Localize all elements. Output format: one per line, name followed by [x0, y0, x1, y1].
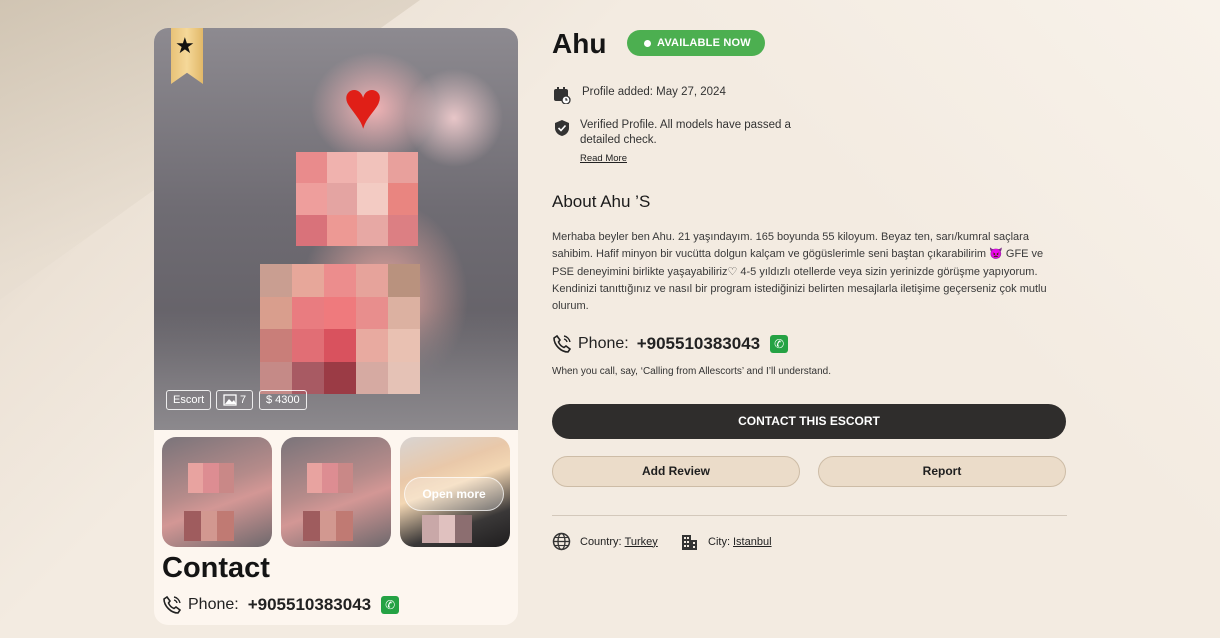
thumbnail-strip: Open more [162, 437, 518, 547]
profile-gallery-card: ♥ ★ Escort 7 $ 4300 Open more Contact Ph… [154, 28, 518, 625]
phone-number[interactable]: +905510383043 [248, 595, 371, 615]
read-more-link[interactable]: Read More [580, 153, 627, 164]
censor-pixelation-top [296, 152, 418, 246]
thumb-censor [188, 463, 234, 493]
about-title: About Ahu ’S [552, 192, 651, 211]
photo-count: 7 [240, 394, 247, 406]
city-label: City: [708, 535, 730, 548]
phone-number[interactable]: +905510383043 [637, 334, 760, 354]
calendar-icon [554, 87, 571, 104]
phone-icon [553, 334, 572, 353]
open-more-button[interactable]: Open more [404, 477, 504, 511]
profile-name: Ahu [552, 28, 607, 59]
report-button[interactable]: Report [818, 456, 1066, 487]
profile-added: Profile added: May 27, 2024 [582, 86, 726, 98]
add-review-button[interactable]: Add Review [552, 456, 800, 487]
whatsapp-icon[interactable]: ✆ [770, 335, 789, 353]
phone-label: Phone: [188, 596, 239, 613]
thumb-censor [422, 515, 472, 543]
globe-icon [552, 532, 571, 551]
photo-count-tag: 7 [216, 390, 254, 410]
star-icon: ★ [175, 33, 195, 58]
price-tag: $ 4300 [259, 390, 307, 410]
building-icon [682, 535, 697, 550]
verified-text: Verified Profile. All models have passed… [580, 119, 791, 146]
thumbnail-2[interactable] [281, 437, 391, 547]
main-photo[interactable]: ♥ ★ Escort 7 $ 4300 [154, 28, 518, 430]
city-info: City: Istanbul [680, 532, 772, 551]
thumb-censor [307, 463, 353, 493]
thumb-censor [303, 511, 353, 541]
category-tag: Escort [166, 390, 212, 410]
phone-icon [163, 595, 182, 614]
phone-label: Phone: [578, 335, 629, 352]
featured-ribbon: ★ [171, 28, 203, 84]
availability-badge: AVAILABLE NOW [627, 30, 765, 56]
profile-phone-row: Phone: +905510383043 ✆ [552, 334, 789, 354]
heart-icon: ♥ [342, 67, 384, 143]
about-text: Merhaba beyler ben Ahu. 21 yaşındayım. 1… [552, 231, 1047, 313]
gallery-icon [223, 394, 237, 406]
shield-check-icon [555, 120, 569, 136]
call-note: When you call, say, ‘Calling from Allesc… [552, 366, 832, 377]
thumbnail-3[interactable]: Open more [400, 437, 510, 547]
country-link[interactable]: Turkey [625, 536, 658, 548]
country-info: Country: Turkey [552, 532, 658, 551]
city-link[interactable]: Istanbul [733, 536, 772, 548]
country-label: Country: [580, 535, 622, 548]
divider [552, 515, 1067, 516]
contact-phone-row: Phone: +905510383043 ✆ [162, 595, 400, 615]
contact-title: Contact [162, 552, 270, 584]
contact-escort-button[interactable]: CONTACT THIS ESCORT [552, 404, 1066, 439]
whatsapp-icon[interactable]: ✆ [381, 596, 400, 614]
censor-pixelation-bottom [260, 264, 420, 394]
thumbnail-1[interactable] [162, 437, 272, 547]
thumb-censor [184, 511, 234, 541]
